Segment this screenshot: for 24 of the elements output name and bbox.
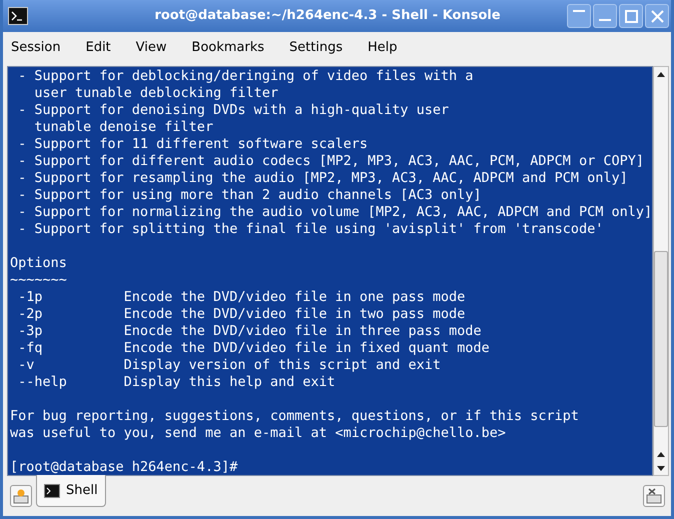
terminal-output: - Support for deblocking/deringing of video files with a user tunable deblocking filter - Support for denoising DVDs with a high-quality user tunable denoise filter - Support for 11 different software scalers - Support for different audio codecs [MP2, MP3, AC3, AAC, PCM, ADPCM or COPY] - Support for resampling the audio [MP2, MP3, AC3, AAC, ADPCM and PCM only] - Support for using more than 2 audio channels [AC3 only] - Support for normalizing the audio volume [MP2, AC3, AAC, ADPCM and PCM only] - Support for splitting the final file using 'avisplit' from 'transcode' Options ~~~~~~~ -1p Encode the DVD/video file in one pass mode -2p Encode the DVD/video file in two pass mode -3p Enocde the DVD/video file in three pass mode -fq Encode the DVD/video file in fixed quant mode -v Display version of this script and exit --help Display this help and exit For bug reporting, suggestions, comments, questions, or if this script was useful to you, send me an e-mail at <microchip@chello.be> [root@database h264enc-4.3]# [9, 67, 652, 475]
scrollbar-thumb[interactable] [654, 251, 668, 427]
menu-item[interactable]: Settings [289, 38, 343, 58]
new-session-button[interactable] [10, 485, 32, 507]
window-title: root@database:~/h264enc-4.3 - Shell - Konsole [154, 7, 502, 26]
keep-above-button[interactable] [567, 4, 591, 28]
menu-item[interactable]: Help [368, 38, 398, 58]
menu-item[interactable]: View [136, 38, 167, 58]
line-icon [573, 10, 585, 14]
menu-item[interactable]: Session [11, 38, 61, 58]
menu-item[interactable]: Edit [86, 38, 111, 58]
tab[interactable]: Shell [36, 475, 106, 507]
maximize-button[interactable] [619, 4, 643, 28]
close-icon [650, 10, 664, 22]
close-button[interactable] [645, 4, 669, 28]
menu-item[interactable]: Bookmarks [192, 38, 264, 58]
minimize-icon [599, 19, 611, 22]
terminal-icon [44, 484, 60, 498]
terminal-icon[interactable] [8, 7, 28, 25]
minimize-button[interactable] [593, 4, 617, 28]
maximize-icon [624, 10, 638, 22]
close-session-icon [646, 488, 662, 504]
close-session-button[interactable] [643, 485, 665, 507]
new-session-icon [13, 488, 29, 504]
